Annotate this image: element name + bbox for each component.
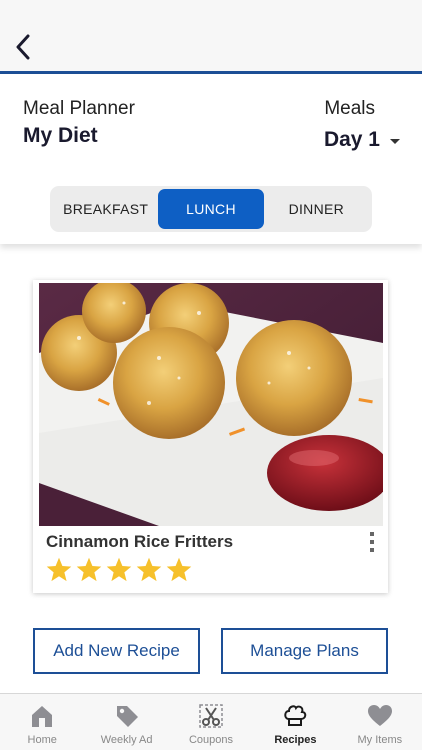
scissors-coupon-icon (199, 704, 223, 728)
star-icon (76, 557, 102, 582)
star-icon (166, 557, 192, 582)
meal-type-segmented-control: BREAKFAST LUNCH DINNER (50, 186, 372, 232)
tab-my-items[interactable]: My Items (338, 694, 422, 750)
recipe-photo[interactable] (39, 283, 383, 526)
meals-label: Meals (324, 98, 375, 119)
star-icon (136, 557, 162, 582)
tab-coupons[interactable]: Coupons (169, 694, 253, 750)
manage-plans-button[interactable]: Manage Plans (221, 628, 388, 674)
rating-stars (45, 556, 193, 584)
tab-label: Home (27, 734, 57, 746)
more-options-icon[interactable] (368, 532, 376, 552)
meal-planner-header: Meal Planner My Diet Meals Day 1 BREAKFA… (0, 74, 422, 244)
tab-label: My Items (357, 734, 403, 746)
tab-weekly-ad[interactable]: Weekly Ad (84, 694, 168, 750)
meal-planner-label: Meal Planner (23, 98, 135, 119)
tab-recipes[interactable]: Recipes (253, 694, 337, 750)
tab-label: Coupons (188, 734, 234, 746)
tab-home[interactable]: Home (0, 694, 84, 750)
day-dropdown[interactable]: Day 1 (324, 128, 400, 152)
tag-icon (116, 706, 138, 727)
caret-down-icon (390, 138, 400, 144)
day-selected-value: Day 1 (323, 128, 380, 151)
back-button[interactable] (8, 30, 38, 64)
tab-label: Recipes (274, 734, 317, 746)
star-icon (46, 557, 72, 582)
home-icon (32, 706, 53, 727)
tab-dinner[interactable]: DINNER (264, 189, 369, 229)
add-new-recipe-button[interactable]: Add New Recipe (33, 628, 200, 674)
chef-hat-icon (284, 705, 307, 726)
star-icon (106, 557, 132, 582)
tab-breakfast[interactable]: BREAKFAST (53, 189, 158, 229)
bottom-tab-bar: Home Weekly Ad Coupons Recipes My Items (0, 693, 422, 750)
tab-label: Weekly Ad (100, 734, 153, 746)
top-nav-bar (0, 0, 422, 74)
recipe-title[interactable]: Cinnamon Rice Fritters (46, 532, 233, 552)
diet-name[interactable]: My Diet (23, 124, 98, 148)
tab-lunch[interactable]: LUNCH (158, 189, 264, 229)
recipe-card[interactable]: Cinnamon Rice Fritters (33, 280, 388, 593)
heart-icon (367, 705, 392, 726)
chevron-left-icon (16, 34, 30, 60)
